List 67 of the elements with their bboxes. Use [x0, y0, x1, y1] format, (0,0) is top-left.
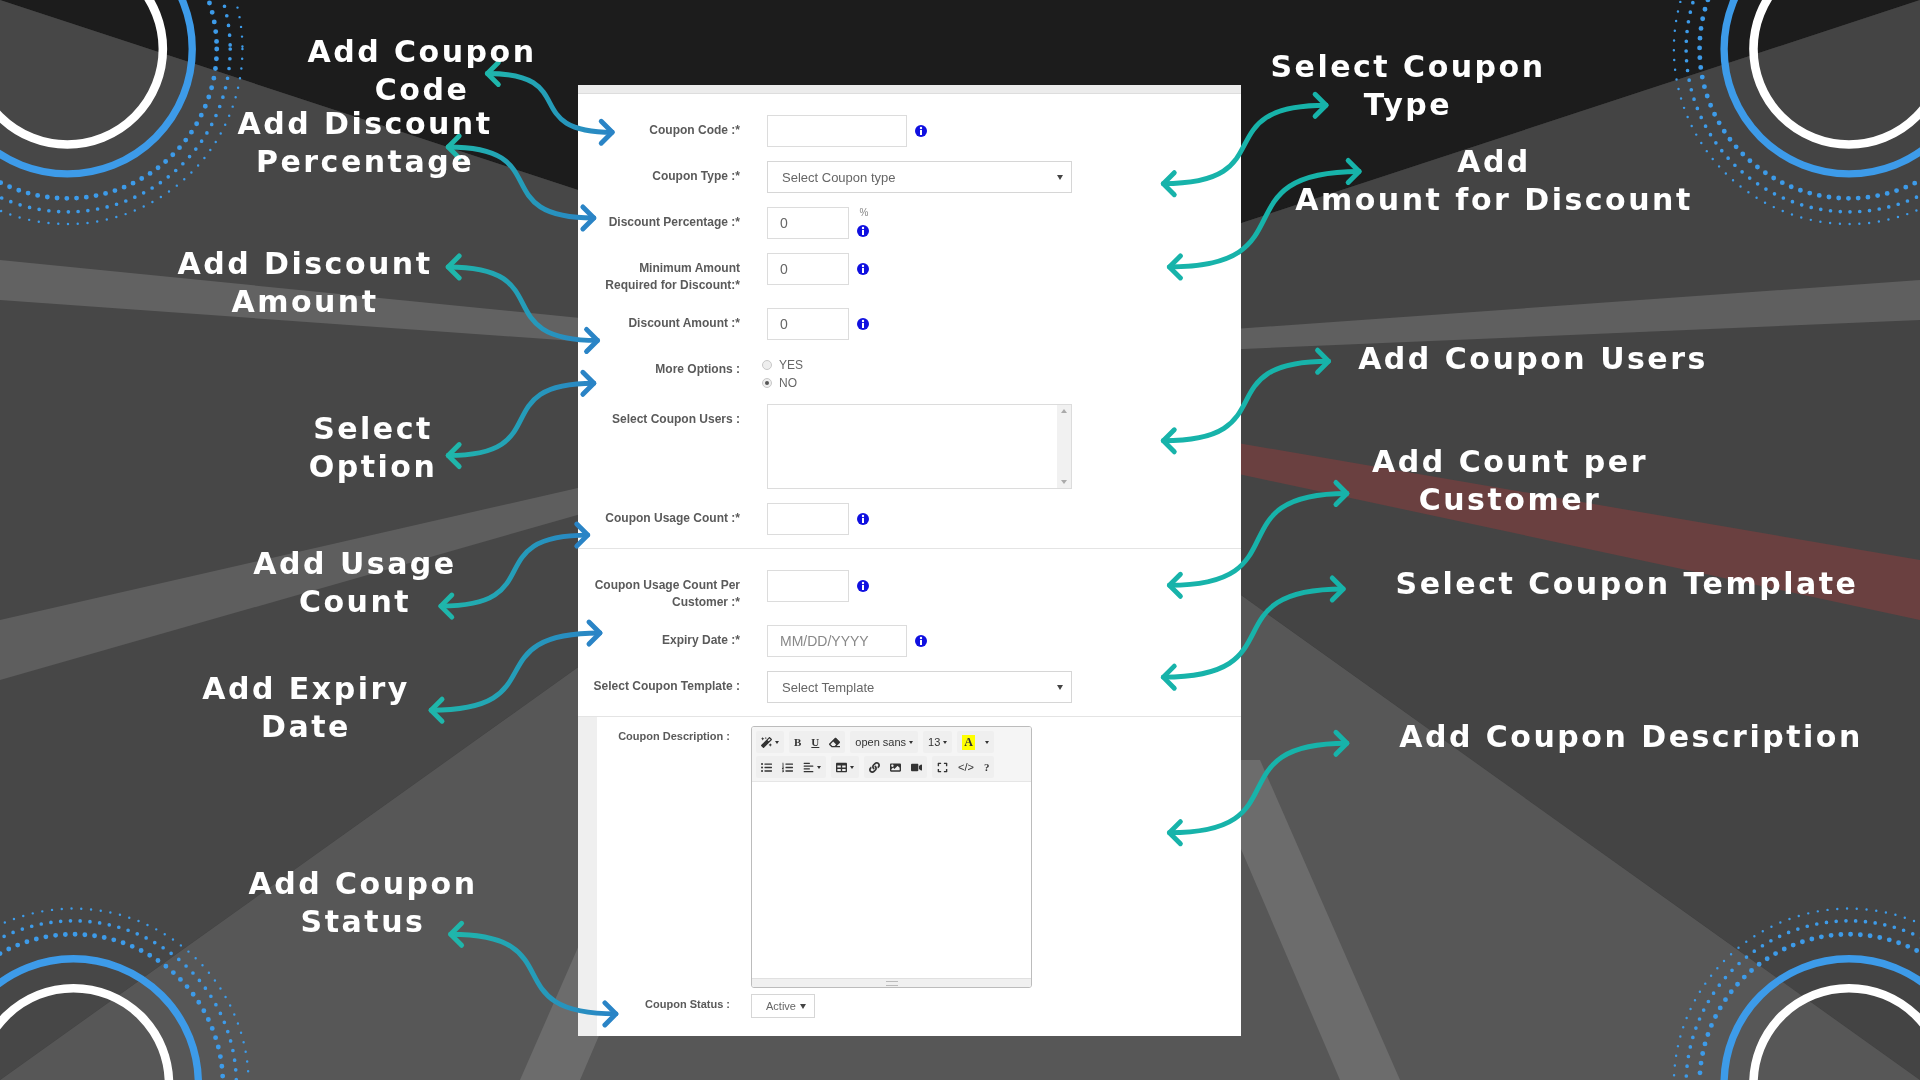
callout-text: Add Expiry Date — [202, 670, 410, 746]
caret-icon — [1057, 174, 1063, 180]
info-icon[interactable] — [857, 318, 869, 330]
magic-wand-icon — [761, 736, 772, 748]
callout-text: Select Coupon Template — [1395, 565, 1859, 603]
field-label: Expiry Date :* — [660, 632, 740, 649]
callout-text: Select Coupon Type — [1270, 48, 1546, 124]
info-icon[interactable] — [857, 580, 869, 592]
unit-label: % — [859, 209, 869, 217]
bold-button[interactable]: B — [789, 731, 807, 753]
eraser-icon — [829, 736, 841, 748]
field-label: Coupon Status : — [645, 997, 730, 1010]
number-field[interactable]: 0 — [767, 308, 849, 340]
resize-handle[interactable] — [752, 978, 1031, 987]
field-label: Coupon Type :* — [651, 168, 740, 185]
field-label: Minimum Amount Required for Discount:* — [604, 260, 740, 294]
select-field[interactable]: Select Coupon type — [767, 161, 1072, 193]
callout-text: Add Amount for Discount — [1295, 143, 1693, 219]
field-label: Coupon Usage Count Per Customer :* — [593, 577, 740, 611]
callout-text: Add Usage Count — [253, 545, 457, 621]
numbered-list-icon — [782, 761, 793, 773]
number-field[interactable] — [767, 503, 849, 535]
info-icon[interactable] — [915, 125, 927, 137]
field-label: Coupon Code :* — [648, 122, 740, 139]
select-field[interactable]: Select Template — [767, 671, 1072, 703]
field-label: Select Coupon Template : — [592, 678, 740, 695]
table-icon — [836, 761, 847, 773]
number-field[interactable] — [767, 570, 849, 602]
callout-text: Add Coupon Description — [1399, 718, 1863, 756]
number-field[interactable]: 0 — [767, 253, 849, 285]
date-field[interactable]: MM/DD/YYYY — [767, 625, 907, 657]
info-icon[interactable] — [857, 225, 869, 237]
scrollbar[interactable] — [1057, 405, 1071, 488]
bullet-list-icon — [761, 761, 772, 773]
radio-label: YES — [779, 358, 803, 372]
text-field[interactable] — [767, 115, 907, 147]
underline-button[interactable]: U — [806, 731, 825, 753]
callout-text: Add Coupon Status — [248, 865, 478, 941]
field-label: Discount Amount :* — [627, 315, 740, 332]
code-view-button[interactable]: </> — [953, 756, 979, 778]
callout-text: Add Discount Amount — [177, 245, 433, 321]
info-icon[interactable] — [857, 263, 869, 275]
status-select[interactable]: Active — [751, 994, 815, 1018]
radio-label: NO — [779, 376, 797, 390]
align-left-icon — [803, 761, 814, 773]
number-field[interactable]: 0 — [767, 207, 849, 239]
size-dropdown[interactable]: 13 — [923, 731, 953, 753]
radio-button[interactable] — [762, 378, 772, 388]
callout-text: Add Coupon Users — [1358, 340, 1708, 378]
help-button[interactable]: ? — [978, 756, 995, 778]
caret-icon — [800, 1003, 806, 1009]
callout-text: Add Count per Customer — [1372, 443, 1648, 519]
radio-button[interactable] — [762, 360, 772, 370]
field-label: Coupon Description : — [618, 729, 730, 742]
info-icon[interactable] — [915, 635, 927, 647]
link-icon — [869, 761, 880, 773]
font-dropdown[interactable]: open sans — [850, 731, 919, 753]
caret-icon — [1057, 684, 1063, 690]
field-label: Select Coupon Users : — [610, 411, 740, 428]
fullscreen-icon — [937, 761, 948, 773]
field-label: Discount Percentage :* — [607, 214, 740, 231]
image-icon — [890, 761, 901, 773]
video-icon — [911, 761, 922, 773]
field-label: More Options : — [654, 361, 740, 378]
callout-text: Select Option — [308, 410, 438, 486]
info-icon[interactable] — [857, 513, 869, 525]
field-label: Coupon Usage Count :* — [604, 510, 740, 527]
